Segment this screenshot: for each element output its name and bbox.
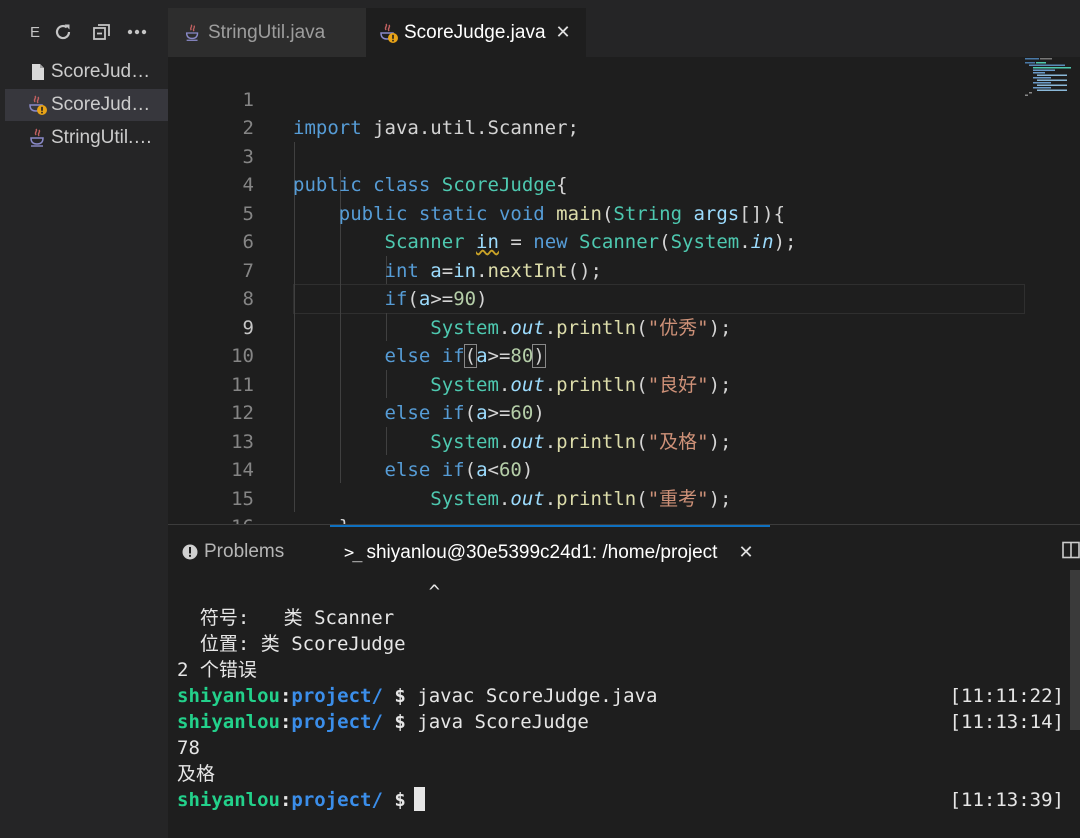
- terminal-icon: >_: [344, 543, 363, 563]
- java-warning-icon: [27, 94, 49, 116]
- tab-terminal[interactable]: >_ shiyanlou@30e5399c24d1: /home/project…: [330, 525, 770, 579]
- terminal-timestamp: [11:13:14]: [949, 711, 1064, 733]
- code-line-10: 10 System.out.println("良好");: [168, 314, 1080, 396]
- editor-tab-bar: StringUtil.java ScoreJudge.java ✕: [168, 0, 1080, 57]
- file-item-label: ScoreJud…: [51, 94, 151, 115]
- tab-label: Problems: [204, 541, 285, 562]
- code-line-6: 6 int a=in.nextInt();: [168, 200, 1080, 282]
- tab-scorejudge-java[interactable]: ScoreJudge.java ✕: [366, 8, 586, 57]
- refresh-icon[interactable]: [50, 18, 76, 46]
- file-item-stringutil-java[interactable]: StringUtil.…: [5, 122, 168, 154]
- code-editor[interactable]: 1 import java.util.Scanner; 2 3 public c…: [168, 57, 1080, 567]
- split-panel-icon[interactable]: [1062, 541, 1080, 559]
- close-icon[interactable]: ✕: [736, 542, 756, 562]
- file-item-label: StringUtil.…: [51, 127, 153, 148]
- tab-label: ScoreJudge.java: [404, 21, 546, 43]
- tab-label: StringUtil.java: [208, 21, 326, 43]
- more-actions-icon[interactable]: [124, 18, 150, 46]
- terminal-timestamp: [11:11:22]: [949, 685, 1064, 707]
- code-line-11: 11 else if(a>=60): [168, 342, 1080, 425]
- code-line-2: 2: [168, 86, 1080, 139]
- code-line-13: 13 else if(a<60): [168, 399, 1080, 482]
- code-line-3: 3 public class ScoreJudge{: [168, 114, 1080, 197]
- terminal-line: 78: [177, 737, 200, 759]
- terminal-line: 及格: [177, 763, 216, 785]
- terminal-output[interactable]: ^ 符号: 类 Scanner 位置: 类 ScoreJudge 2 个错误 s…: [168, 579, 1080, 838]
- tab-problems[interactable]: Problems: [182, 539, 284, 565]
- java-warning-icon: [378, 22, 400, 44]
- explorer-sidebar: E ScoreJud… ScoreJud… StringUtil.…: [0, 0, 168, 838]
- terminal-line: ^: [177, 581, 441, 603]
- collapse-all-icon[interactable]: [89, 18, 115, 46]
- terminal-line: 位置: 类 ScoreJudge: [177, 633, 406, 655]
- tab-stringutil-java[interactable]: StringUtil.java: [168, 8, 366, 57]
- code-line-7: 7 if(a>=90): [168, 228, 1080, 311]
- file-item-scorejudge-java[interactable]: ScoreJud…: [5, 89, 168, 121]
- code-line-5: 5 Scanner in = new Scanner(System.in);: [168, 171, 1080, 254]
- code-line-4: 4 public static void main(String args[])…: [168, 143, 1080, 225]
- terminal-prompt-line: shiyanlou:project/ $ java ScoreJudge: [177, 711, 589, 733]
- alert-circle-icon: [182, 544, 198, 560]
- terminal-timestamp: [11:13:39]: [949, 789, 1064, 811]
- close-icon[interactable]: ✕: [552, 21, 574, 43]
- scrollbar[interactable]: [1070, 570, 1080, 730]
- bottom-panel: Problems >_ shiyanlou@30e5399c24d1: /hom…: [168, 524, 1080, 838]
- code-line-12: 12 System.out.println("及格");: [168, 371, 1080, 453]
- java-icon: [27, 127, 49, 149]
- tab-label: shiyanlou@30e5399c24d1: /home/project: [366, 542, 718, 563]
- code-line-9: 9 else if(a>=80): [168, 285, 1080, 368]
- explorer-toolbar: E: [0, 14, 168, 50]
- terminal-line: 符号: 类 Scanner: [177, 607, 395, 629]
- code-line-8: 8 System.out.println("优秀");: [168, 257, 1080, 339]
- file-item-label: ScoreJud…: [50, 61, 151, 82]
- code-line-14: 14 System.out.println("重考");: [168, 428, 1080, 510]
- explorer-title: E: [29, 23, 40, 41]
- terminal-prompt-line: shiyanlou:project/ $: [177, 787, 425, 813]
- code-line-16: 16 }: [168, 485, 1080, 567]
- code-line-15: 15 }: [168, 456, 1080, 539]
- java-icon: [182, 22, 204, 44]
- terminal-line: 2 个错误: [177, 659, 257, 681]
- terminal-prompt-line: shiyanlou:project/ $ javac ScoreJudge.ja…: [177, 685, 658, 707]
- file-item-scorejudge-class[interactable]: ScoreJud…: [5, 56, 168, 88]
- file-icon: [27, 61, 49, 83]
- code-line-1: 1 import java.util.Scanner;: [168, 57, 1080, 140]
- terminal-cursor: [413, 787, 425, 811]
